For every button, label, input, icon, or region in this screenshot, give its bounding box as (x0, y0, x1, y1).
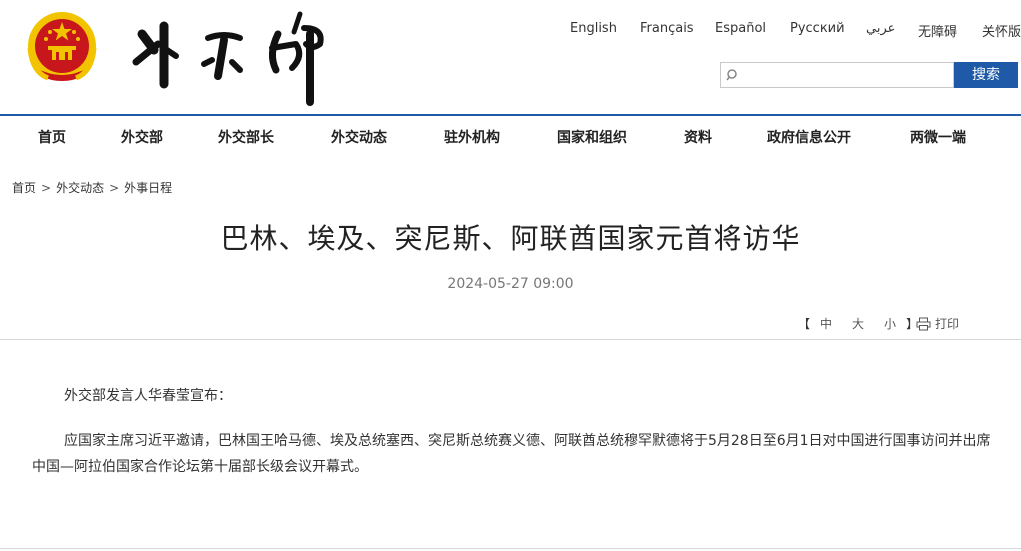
article-paragraph: 外交部发言人华春莹宣布： (64, 388, 232, 404)
breadcrumb-separator: > (41, 181, 52, 195)
article-title: 巴林、埃及、突尼斯、阿联酋国家元首将访华 (220, 222, 801, 255)
nav-item-government-info[interactable]: 政府信息公开 (767, 127, 851, 147)
nav-item-media-platforms[interactable]: 两微一端 (910, 127, 966, 147)
font-size-controls: 【中大小】 (798, 315, 918, 332)
breadcrumb: 首页 > 外交动态 > 外事日程 (12, 179, 172, 196)
font-size-large-button[interactable]: 中 (820, 317, 832, 331)
bottom-divider (0, 548, 1021, 549)
national-emblem-icon[interactable] (22, 8, 102, 88)
breadcrumb-separator: > (109, 181, 120, 195)
breadcrumb-diplomatic-news[interactable]: 外交动态 (56, 181, 104, 195)
lang-spanish[interactable]: Español (715, 21, 766, 36)
header: English Français Español Русский عربي 无障… (0, 0, 1021, 116)
font-size-small-button[interactable]: 小 (884, 317, 896, 331)
nav-item-missions-overseas[interactable]: 驻外机构 (444, 127, 500, 147)
nav-item-foreign-minister[interactable]: 外交部长 (218, 127, 274, 147)
search-icon (726, 69, 737, 81)
search-box (720, 62, 954, 88)
lang-elderly-care[interactable]: 关怀版 (982, 21, 1021, 40)
article-date: 2024-05-27 09:00 (447, 276, 574, 292)
content-divider (0, 339, 1021, 340)
printer-icon (916, 317, 931, 331)
font-size-bracket-open: 【 (798, 317, 811, 331)
main-nav: 首页 外交部 外交部长 外交动态 驻外机构 国家和组织 资料 政府信息公开 两微… (0, 116, 1021, 156)
lang-arabic[interactable]: عربي (866, 21, 895, 36)
lang-french[interactable]: Français (640, 21, 694, 36)
language-bar: English Français Español Русский عربي 无障… (560, 21, 1021, 40)
breadcrumb-home[interactable]: 首页 (12, 181, 36, 195)
lang-english[interactable]: English (570, 21, 617, 36)
print-label: 打印 (935, 317, 960, 331)
font-size-medium-button[interactable]: 大 (852, 317, 864, 331)
article-paragraph: 应国家主席习近平邀请，巴林国王哈马德、埃及总统塞西、突尼斯总统赛义德、阿联酋总统… (32, 433, 991, 475)
nav-item-home[interactable]: 首页 (38, 127, 66, 147)
nav-item-resources[interactable]: 资料 (684, 127, 712, 147)
print-button[interactable]: 打印 (916, 315, 959, 332)
ministry-calligraphy-logo[interactable] (128, 4, 338, 108)
nav-item-diplomatic-news[interactable]: 外交动态 (331, 127, 387, 147)
breadcrumb-foreign-affairs-schedule[interactable]: 外事日程 (124, 181, 172, 195)
search-button[interactable]: 搜索 (954, 62, 1018, 88)
nav-item-ministry[interactable]: 外交部 (121, 127, 163, 147)
lang-russian[interactable]: Русский (790, 21, 845, 36)
lang-accessibility[interactable]: 无障碍 (918, 21, 957, 40)
nav-item-countries-organizations[interactable]: 国家和组织 (557, 127, 627, 147)
search-input[interactable] (743, 65, 952, 87)
